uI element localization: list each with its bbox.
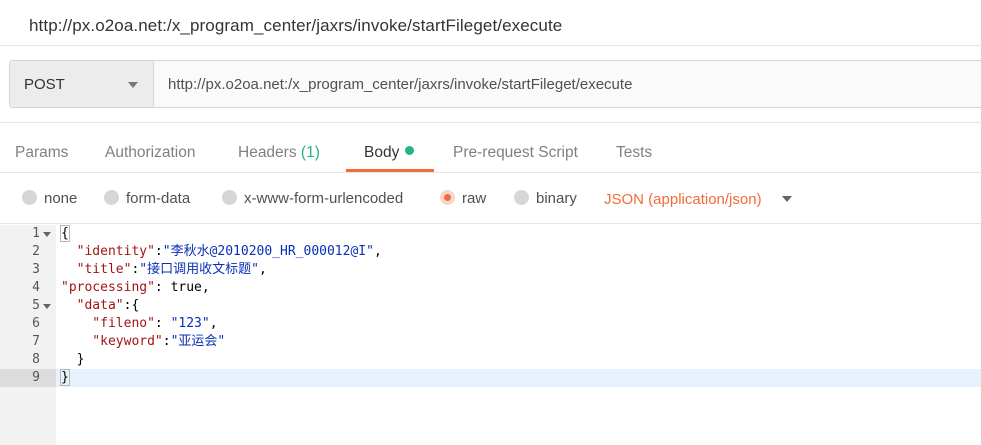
code-line-3: "title":"接口调用收文标题",: [61, 261, 267, 279]
body-option-urlencoded-label: x-www-form-urlencoded: [244, 190, 404, 207]
code-brace: {: [60, 225, 70, 242]
tab-body[interactable]: Body: [364, 144, 415, 162]
json-value: true: [170, 280, 202, 295]
json-value: "123": [170, 316, 210, 331]
url-input[interactable]: [155, 61, 981, 107]
tab-pre-request-script[interactable]: Pre-request Script: [453, 144, 578, 162]
body-indicator-dot-icon: [405, 146, 415, 155]
content-type-dropdown[interactable]: JSON (application/json): [604, 191, 762, 208]
body-option-none-label: none: [44, 190, 78, 207]
body-option-form-data-label: form-data: [126, 190, 191, 207]
body-type-options: none form-data x-www-form-urlencoded raw…: [0, 174, 981, 224]
method-label: POST: [24, 76, 65, 93]
tab-authorization-label: Authorization: [105, 144, 196, 161]
code-brace: }: [61, 352, 85, 367]
request-bar: POST: [9, 60, 981, 108]
line-number: 1: [32, 226, 40, 241]
tab-body-label: Body: [364, 144, 400, 161]
active-tab-underline: [346, 169, 434, 172]
code-line-1: {: [60, 225, 70, 243]
request-title: http://px.o2oa.net:/x_program_center/jax…: [29, 16, 563, 35]
json-sep: :: [154, 244, 163, 259]
chevron-down-icon[interactable]: [782, 196, 792, 202]
line-number: 7: [32, 334, 40, 349]
json-key: "processing": [61, 280, 155, 295]
json-comma: ,: [209, 316, 218, 331]
json-key: "keyword": [61, 334, 163, 349]
request-tabs: Params Authorization Headers (1) Body Pr…: [0, 122, 981, 173]
code-line-9: }: [60, 369, 70, 387]
json-value: "接口调用收文标题": [139, 262, 259, 277]
radio-selected-icon[interactable]: [440, 190, 455, 205]
line-number: 9: [32, 370, 40, 385]
json-value: "亚运会": [170, 334, 226, 349]
json-value: "李秋水@2010200_HR_000012@I": [162, 244, 374, 259]
editor-active-line: [56, 369, 981, 387]
method-dropdown[interactable]: POST: [10, 61, 154, 107]
body-option-raw-label: raw: [462, 190, 487, 207]
line-number: 3: [32, 262, 40, 277]
radio-icon[interactable]: [222, 190, 237, 205]
code-brace: }: [60, 369, 70, 386]
radio-icon[interactable]: [104, 190, 119, 205]
fold-toggle-icon[interactable]: [43, 304, 51, 309]
json-key: "data": [61, 298, 124, 313]
line-number: 5: [32, 298, 40, 313]
line-number: 6: [32, 316, 40, 331]
tab-params-label: Params: [15, 144, 69, 161]
json-sep: :: [162, 334, 171, 349]
tab-headers[interactable]: Headers (1): [238, 144, 320, 162]
line-number: 8: [32, 352, 40, 367]
json-comma: ,: [201, 280, 210, 295]
code-line-6: "fileno": "123",: [61, 315, 218, 333]
radio-icon[interactable]: [514, 190, 529, 205]
code-line-8: }: [61, 351, 85, 369]
code-line-5: "data":{: [61, 297, 140, 315]
tab-tests-label: Tests: [616, 144, 653, 161]
body-option-binary-label: binary: [536, 190, 577, 207]
json-key: "title": [61, 262, 132, 277]
line-number: 4: [32, 280, 40, 295]
radio-icon[interactable]: [22, 190, 37, 205]
tab-tests[interactable]: Tests: [616, 144, 652, 162]
chevron-down-icon: [128, 82, 138, 88]
json-comma: ,: [373, 244, 382, 259]
json-key: "identity": [61, 244, 155, 259]
code-line-2: "identity":"李秋水@2010200_HR_000012@I",: [61, 243, 382, 261]
tab-pre-request-script-label: Pre-request Script: [453, 144, 578, 161]
json-sep: :: [154, 280, 171, 295]
tab-headers-label: Headers: [238, 144, 297, 161]
fold-toggle-icon[interactable]: [43, 232, 51, 237]
code-editor[interactable]: 1 2 3 4 5 6 7 8 9 { "identity":"李秋水@2010…: [0, 225, 981, 445]
tab-authorization[interactable]: Authorization: [105, 144, 195, 162]
line-number: 2: [32, 244, 40, 259]
code-line-7: "keyword":"亚运会": [61, 333, 225, 351]
json-value: {: [131, 298, 140, 313]
json-sep: :: [154, 316, 171, 331]
json-key: "fileno": [61, 316, 155, 331]
json-comma: ,: [258, 262, 267, 277]
tab-params[interactable]: Params: [15, 144, 68, 162]
code-line-4: "processing": true,: [61, 279, 210, 297]
headers-count-badge: (1): [300, 144, 320, 161]
request-title-bar: http://px.o2oa.net:/x_program_center/jax…: [0, 0, 981, 46]
